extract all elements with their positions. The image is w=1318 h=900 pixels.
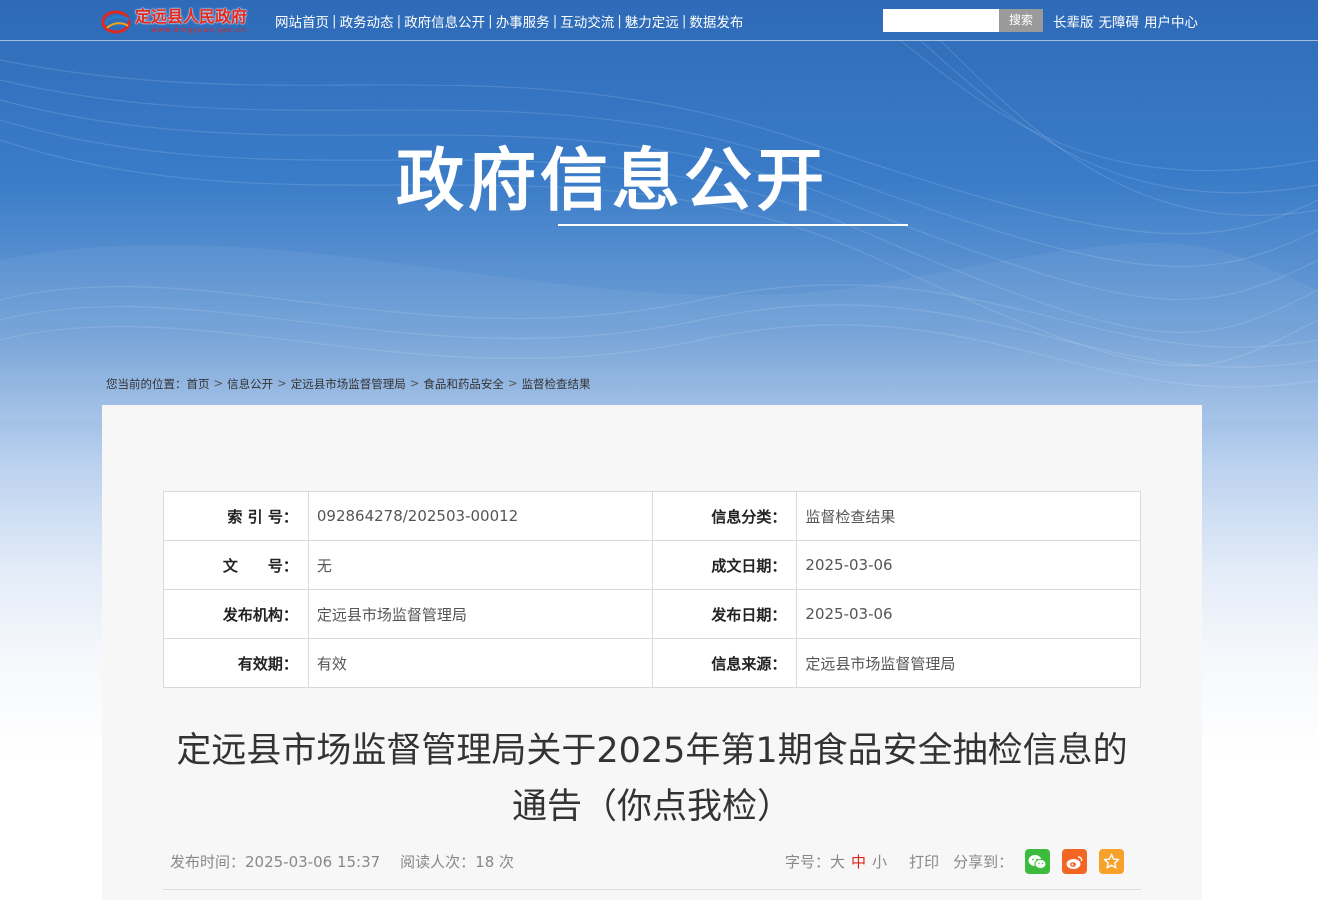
index-number-value: 092864278/202503-00012: [307, 491, 653, 541]
validity-value: 有效: [307, 638, 653, 688]
hero-title: 政府信息公开: [396, 142, 829, 221]
font-size-small-button[interactable]: 小: [872, 851, 887, 872]
breadcrumb: 您当前的位置： 首页 > 信息公开 > 定远县市场监督管理局 > 食品和药品安全…: [106, 376, 591, 392]
hero-title-underline: [558, 224, 908, 226]
nav-item-services[interactable]: 办事服务: [493, 11, 553, 31]
weibo-share-icon[interactable]: [1062, 849, 1088, 874]
article-title: 定远县市场监督管理局关于2025年第1期食品安全抽检信息的通告（你点我检）: [176, 731, 1128, 827]
logo-emblem-icon: [101, 7, 133, 35]
nav-separator: |: [552, 13, 558, 29]
accessibility-link[interactable]: 无障碍: [1099, 11, 1140, 31]
written-date-label: 成文日期：: [651, 540, 798, 590]
source-label: 信息来源：: [651, 638, 798, 688]
read-count: 阅读人次：18 次: [400, 853, 515, 871]
breadcrumb-item-info[interactable]: 信息公开: [227, 376, 273, 392]
category-label: 信息分类：: [651, 491, 798, 541]
user-center-link[interactable]: 用户中心: [1144, 11, 1198, 31]
nav-item-info-disclosure[interactable]: 政府信息公开: [401, 11, 488, 31]
breadcrumb-item-inspection[interactable]: 监督检查结果: [522, 376, 591, 392]
search-button[interactable]: 搜索: [999, 9, 1043, 32]
breadcrumb-item-bureau[interactable]: 定远县市场监督管理局: [291, 376, 406, 392]
breadcrumb-arrow: >: [213, 376, 224, 390]
search-input[interactable]: [883, 9, 999, 32]
content-panel: 索 引 号： 092864278/202503-00012 信息分类： 监督检查…: [102, 405, 1202, 900]
table-row: 有效期： 有效 信息来源： 定远县市场监督管理局: [163, 638, 1141, 688]
nav-item-news[interactable]: 政务动态: [337, 11, 397, 31]
breadcrumb-item-food-drug[interactable]: 食品和药品安全: [423, 376, 504, 392]
publish-date-label: 发布日期：: [651, 589, 798, 639]
logo-subtitle: www.dingyuan.gov.cn: [151, 26, 247, 34]
top-links: 长辈版 无障碍 用户中心: [1053, 11, 1198, 31]
table-row: 文 号： 无 成文日期： 2025-03-06: [163, 540, 1141, 590]
article-meta: 发布时间：2025-03-06 15:37 阅读人次：18 次: [170, 851, 514, 872]
print-button[interactable]: 打印: [909, 851, 939, 872]
publish-time: 发布时间：2025-03-06 15:37: [170, 853, 381, 871]
publisher-label: 发布机构：: [163, 589, 309, 639]
table-row: 索 引 号： 092864278/202503-00012 信息分类： 监督检查…: [163, 491, 1141, 541]
nav-item-charm[interactable]: 魅力定远: [622, 11, 682, 31]
top-navigation-bar: 定远县人民政府 www.dingyuan.gov.cn 网站首页 | 政务动态 …: [0, 0, 1318, 41]
logo-title: 定远县人民政府: [135, 7, 248, 26]
index-number-label: 索 引 号：: [163, 491, 309, 541]
breadcrumb-prefix: 您当前的位置：: [106, 377, 187, 391]
font-size-label: 字号：: [785, 853, 831, 871]
site-logo[interactable]: 定远县人民政府 www.dingyuan.gov.cn: [101, 5, 261, 37]
nav-separator: |: [681, 13, 687, 29]
font-size-medium-button[interactable]: 中: [851, 851, 866, 872]
written-date-value: 2025-03-06: [796, 540, 1141, 590]
nav-separator: |: [332, 13, 337, 29]
article-tools: 字号： 大 中 小 打印 分享到：: [785, 849, 1125, 874]
doc-number-value: 无: [307, 540, 653, 590]
font-size-large-button[interactable]: 大: [830, 851, 845, 872]
breadcrumb-arrow: >: [277, 376, 287, 390]
publish-date-value: 2025-03-06: [796, 589, 1141, 639]
favorite-star-icon[interactable]: [1099, 849, 1125, 874]
validity-label: 有效期：: [163, 638, 309, 688]
info-metadata-table: 索 引 号： 092864278/202503-00012 信息分类： 监督检查…: [163, 491, 1141, 688]
content-divider: [163, 889, 1141, 890]
nav-item-interaction[interactable]: 互动交流: [557, 11, 617, 31]
nav-item-data[interactable]: 数据发布: [686, 11, 746, 31]
wechat-share-icon[interactable]: [1025, 849, 1051, 874]
share-label: 分享到：: [953, 853, 1014, 871]
elder-mode-link[interactable]: 长辈版: [1053, 11, 1094, 31]
doc-number-label: 文 号：: [163, 540, 309, 590]
nav-separator: |: [488, 13, 493, 29]
publisher-value: 定远县市场监督管理局: [307, 589, 653, 639]
nav-separator: |: [617, 13, 622, 29]
breadcrumb-arrow: >: [507, 376, 518, 390]
category-value: 监督检查结果: [796, 491, 1141, 541]
breadcrumb-item-home[interactable]: 首页: [187, 376, 210, 392]
main-nav: 网站首页 | 政务动态 | 政府信息公开 | 办事服务 | 互动交流 | 魅力定…: [272, 11, 746, 31]
nav-separator: |: [396, 13, 402, 29]
table-row: 发布机构： 定远县市场监督管理局 发布日期： 2025-03-06: [163, 589, 1141, 639]
nav-item-home[interactable]: 网站首页: [272, 11, 332, 31]
source-value: 定远县市场监督管理局: [796, 638, 1141, 688]
breadcrumb-arrow: >: [409, 376, 420, 390]
